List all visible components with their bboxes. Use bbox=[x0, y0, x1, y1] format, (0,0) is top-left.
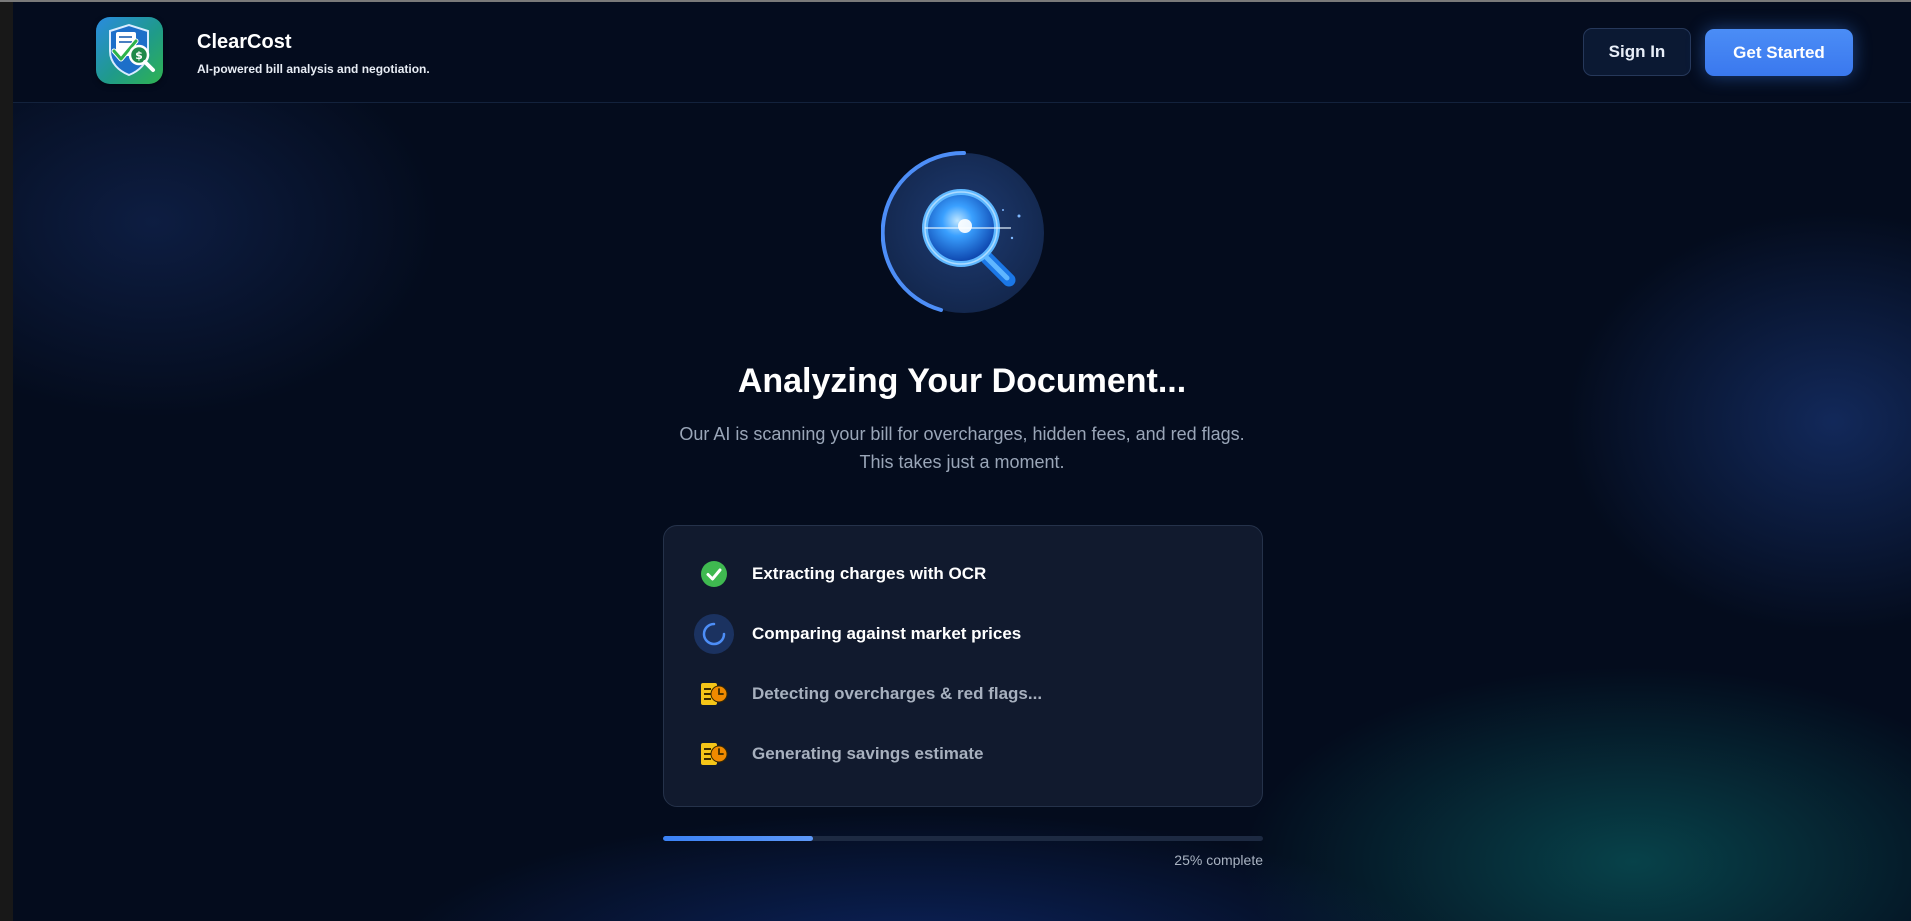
clearcost-logo-icon[interactable]: $ bbox=[96, 17, 163, 84]
svg-text:$: $ bbox=[135, 49, 143, 62]
brand-tagline: AI-powered bill analysis and negotiation… bbox=[197, 62, 430, 76]
step-comparing: Comparing against market prices bbox=[692, 612, 1232, 656]
check-circle-icon bbox=[692, 552, 736, 596]
pending-clock-icon bbox=[692, 672, 736, 716]
subtitle-line-1: Our AI is scanning your bill for overcha… bbox=[679, 424, 1245, 444]
step-label: Detecting overcharges & red flags... bbox=[752, 684, 1043, 703]
step-label: Generating savings estimate bbox=[752, 744, 984, 763]
step-generating: Generating savings estimate bbox=[692, 732, 1232, 776]
step-detecting: Detecting overcharges & red flags... bbox=[692, 672, 1232, 716]
step-label: Extracting charges with OCR bbox=[752, 564, 987, 583]
step-label: Comparing against market prices bbox=[752, 624, 1022, 643]
spinner-icon bbox=[692, 612, 736, 656]
subtitle-line-2: This takes just a moment. bbox=[859, 452, 1065, 472]
window-left-edge bbox=[0, 2, 13, 921]
brand-name: ClearCost bbox=[197, 31, 292, 53]
progress-bar bbox=[663, 836, 1263, 841]
step-extracting: Extracting charges with OCR bbox=[692, 552, 1232, 596]
magnifier-scanning-icon bbox=[880, 150, 1047, 316]
pending-clock-icon bbox=[692, 732, 736, 776]
top-header: $ ClearCost AI-powered bill analysis and… bbox=[13, 2, 1911, 103]
page-title: Analyzing Your Document... bbox=[737, 362, 1187, 400]
analysis-steps-card: Extracting charges with OCR Comparing ag… bbox=[663, 525, 1263, 807]
progress-bar-fill bbox=[663, 836, 813, 841]
app-root: $ ClearCost AI-powered bill analysis and… bbox=[13, 2, 1911, 921]
get-started-button[interactable]: Get Started bbox=[1705, 29, 1853, 76]
sign-in-button[interactable]: Sign In bbox=[1583, 28, 1691, 76]
page-subtitle: Our AI is scanning your bill for overcha… bbox=[562, 420, 1362, 476]
progress-label: 25% complete bbox=[1174, 852, 1263, 868]
